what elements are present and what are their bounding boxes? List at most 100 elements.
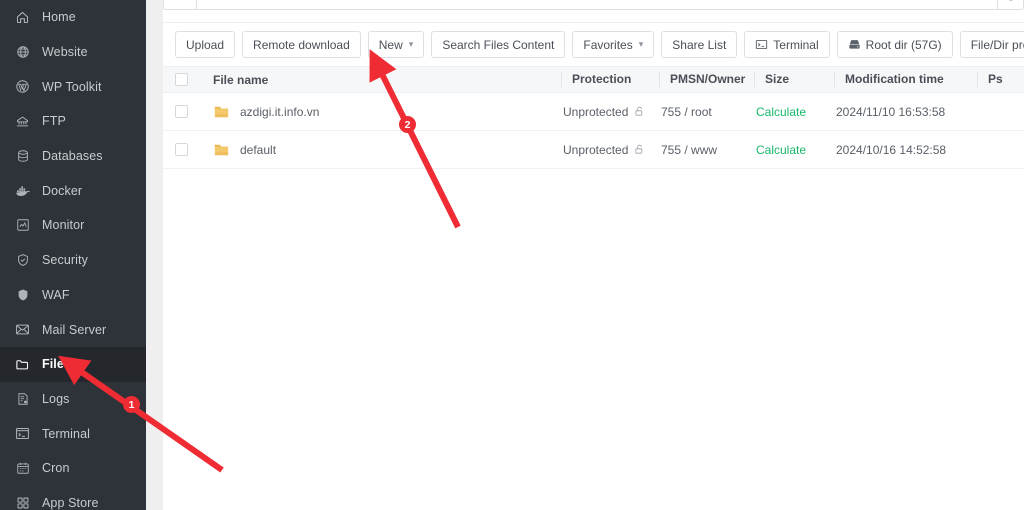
cell-size: Calculate (754, 143, 834, 157)
file-name-label[interactable]: default (240, 143, 276, 157)
table-row[interactable]: default Unprotected 755 / www Calculate … (163, 131, 1024, 169)
annotation-badge-2: 2 (399, 116, 416, 133)
terminal-icon (14, 425, 31, 442)
file-table: File name Protection PMSN/Owner Size Mod… (163, 66, 1024, 169)
calculate-size-link[interactable]: Calculate (756, 105, 806, 119)
ftp-icon (14, 113, 31, 130)
protection-status: Unprotected (563, 105, 628, 119)
sidebar-item-website[interactable]: Website (0, 35, 146, 70)
toolbar-button-share-list[interactable]: Share List (661, 31, 737, 58)
calculate-size-link[interactable]: Calculate (756, 143, 806, 157)
sidebar-item-waf[interactable]: WAF (0, 278, 146, 313)
folder-icon (213, 103, 230, 120)
column-header-ps[interactable]: Ps (977, 72, 1024, 87)
sidebar: Home Website WP Toolkit FTP Databases (0, 0, 146, 510)
calendar-icon (14, 460, 31, 477)
sidebar-item-home[interactable]: Home (0, 0, 146, 35)
sidebar-item-label: FTP (42, 114, 66, 128)
cell-protection: Unprotected (561, 105, 659, 119)
sidebar-item-monitor[interactable]: Monitor (0, 208, 146, 243)
unlock-icon[interactable] (634, 106, 645, 117)
sidebar-item-label: WAF (42, 288, 70, 302)
cell-file-name[interactable]: default (199, 141, 561, 158)
chevron-down-icon: ▾ (409, 39, 414, 50)
file-name-label[interactable]: azdigi.it.info.vn (240, 105, 319, 119)
sidebar-item-label: Mail Server (42, 323, 106, 337)
sidebar-item-label: Website (42, 45, 88, 59)
sidebar-item-label: Docker (42, 184, 82, 198)
column-header-modification-time[interactable]: Modification time (834, 72, 977, 87)
cell-protection: Unprotected (561, 143, 659, 157)
disk-icon (848, 38, 861, 51)
toolbar-button-label: Root dir (57G) (866, 38, 942, 52)
sidebar-item-label: Terminal (42, 427, 90, 441)
sidebar-item-ftp[interactable]: FTP (0, 104, 146, 139)
sidebar-item-wp-toolkit[interactable]: WP Toolkit (0, 69, 146, 104)
toolbar-button-new[interactable]: New ▾ (368, 31, 425, 58)
docker-icon (14, 182, 31, 199)
sidebar-item-label: App Store (42, 496, 99, 510)
sidebar-item-mail-server[interactable]: Mail Server (0, 312, 146, 347)
unlock-icon[interactable] (634, 144, 645, 155)
protection-status: Unprotected (563, 143, 628, 157)
sidebar-item-terminal[interactable]: Terminal (0, 416, 146, 451)
breadcrumb-segment-root[interactable]: Root dir (205, 0, 251, 3)
toolbar-button-label: Upload (186, 38, 224, 52)
breadcrumb-separator: › (372, 0, 375, 2)
toolbar-button-root-dir[interactable]: Root dir (57G) (837, 31, 953, 58)
sidebar-item-cron[interactable]: Cron (0, 451, 146, 486)
sidebar-item-docker[interactable]: Docker (0, 173, 146, 208)
sidebar-item-label: WP Toolkit (42, 80, 102, 94)
toolbar-button-remote-download[interactable]: Remote download (242, 31, 361, 58)
shield-icon (14, 286, 31, 303)
chevron-down-icon: ▾ (639, 39, 644, 50)
database-icon (14, 148, 31, 165)
folder-icon (213, 141, 230, 158)
sidebar-item-label: Files (42, 357, 71, 371)
column-header-protection[interactable]: Protection (561, 72, 659, 87)
sidebar-item-app-store[interactable]: App Store (0, 486, 146, 510)
toolbar-button-terminal[interactable]: Terminal (744, 31, 829, 58)
grid-icon (14, 494, 31, 510)
toolbar-button-label: Terminal (773, 38, 818, 52)
file-toolbar: Upload Remote download New ▾ Search File… (163, 22, 1024, 66)
folder-icon (14, 356, 31, 373)
toolbar-button-favorites[interactable]: Favorites ▾ (572, 31, 654, 58)
breadcrumb-path[interactable]: Root dir › www › wwwroot › (197, 0, 998, 10)
column-header-pmsn-owner[interactable]: PMSN/Owner (659, 72, 754, 87)
row-checkbox[interactable] (175, 143, 188, 156)
toolbar-button-search-files-content[interactable]: Search Files Content (431, 31, 565, 58)
sidebar-item-databases[interactable]: Databases (0, 139, 146, 174)
sidebar-item-label: Logs (42, 392, 70, 406)
sidebar-item-label: Security (42, 253, 88, 267)
breadcrumb-back-button[interactable]: ‹ (163, 0, 197, 10)
column-header-size[interactable]: Size (754, 72, 834, 87)
toolbar-button-upload[interactable]: Upload (175, 31, 235, 58)
sidebar-item-security[interactable]: Security (0, 243, 146, 278)
toolbar-button-file-dir-protection[interactable]: File/Dir protection (960, 31, 1024, 58)
toolbar-button-label: Favorites (583, 38, 632, 52)
cell-pmsn-owner: 755 / www (659, 143, 754, 157)
cell-modification-time: 2024/11/10 16:53:58 (834, 105, 977, 119)
file-manager-app: Home Website WP Toolkit FTP Databases (0, 0, 1024, 510)
wordpress-icon (14, 78, 31, 95)
breadcrumb-segment-wwwroot[interactable]: wwwroot (314, 0, 365, 3)
refresh-icon[interactable] (998, 0, 1024, 10)
breadcrumb-segment-www[interactable]: www (268, 0, 296, 3)
sidebar-item-label: Monitor (42, 218, 84, 232)
sidebar-item-files[interactable]: Files (0, 347, 146, 382)
annotation-badge-1: 1 (123, 396, 140, 413)
home-icon (14, 9, 31, 26)
cell-size: Calculate (754, 105, 834, 119)
breadcrumb: ‹ Root dir › www › wwwroot › (163, 0, 1024, 10)
sidebar-item-label: Home (42, 10, 76, 24)
table-row[interactable]: azdigi.it.info.vn Unprotected 755 / root… (163, 93, 1024, 131)
row-checkbox-cell (163, 105, 199, 118)
terminal-icon (755, 38, 768, 51)
column-header-file-name[interactable]: File name (199, 73, 561, 87)
cell-pmsn-owner: 755 / root (659, 105, 754, 119)
row-checkbox[interactable] (175, 105, 188, 118)
select-all-checkbox[interactable] (175, 73, 188, 86)
sidebar-content-gap (146, 0, 163, 510)
cell-file-name[interactable]: azdigi.it.info.vn (199, 103, 561, 120)
